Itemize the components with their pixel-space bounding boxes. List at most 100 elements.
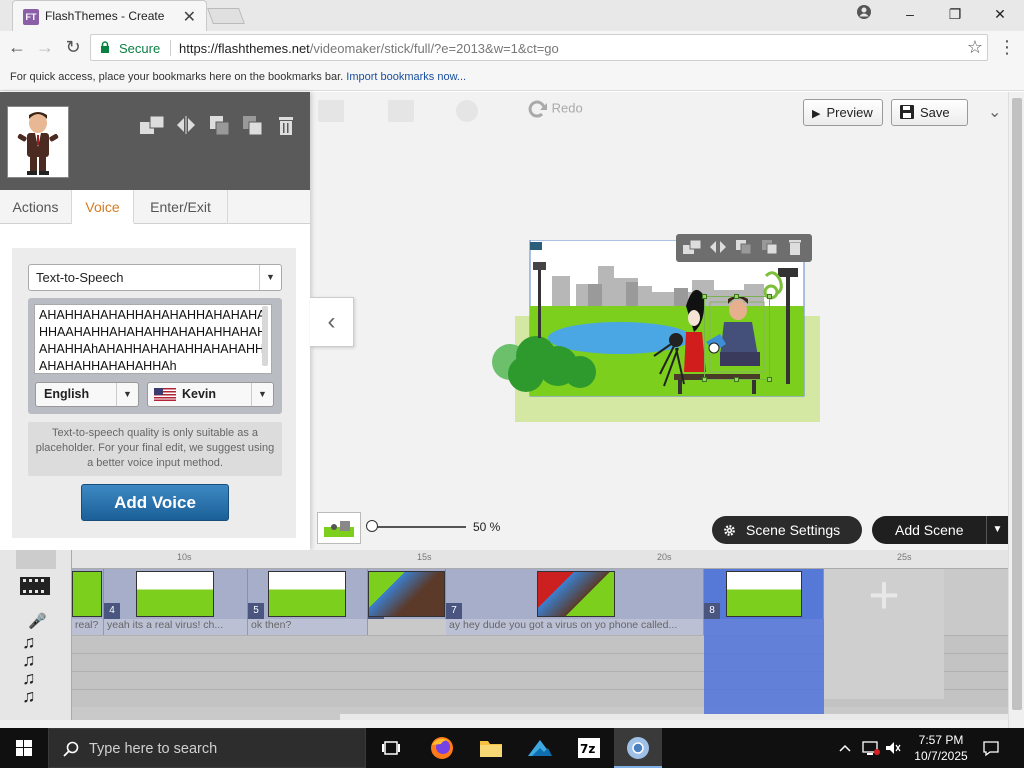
chevron-down-icon[interactable]: ⌄: [988, 102, 1001, 122]
tab-voice[interactable]: Voice: [72, 190, 134, 224]
flip-icon[interactable]: [175, 114, 197, 136]
bring-forward-icon[interactable]: [241, 114, 263, 136]
bring-forward-icon[interactable]: [760, 238, 780, 256]
system-clock[interactable]: 7:57 PM 10/7/2025: [905, 732, 977, 764]
browser-menu-icon[interactable]: ⋮: [998, 37, 1016, 58]
voice-source-select[interactable]: Text-to-Speech ▼: [28, 264, 282, 291]
bookmark-star-icon[interactable]: ☆: [967, 37, 983, 58]
voice-clip[interactable]: ay hey dude you got a virus on yo phone …: [446, 619, 704, 635]
timeline: 🎤 ♫ ♫ ♫ ♫ 10s 15s 20s 25s 4 5 7 8 real? …: [0, 550, 1008, 720]
selection-box[interactable]: [704, 296, 770, 380]
7zip-icon[interactable]: 7z: [565, 728, 613, 768]
chevron-up-icon[interactable]: [838, 742, 852, 754]
resize-handle[interactable]: [734, 294, 739, 299]
character-figure-icon: [17, 112, 59, 175]
timeline-scene[interactable]: 5: [248, 569, 368, 619]
profile-icon[interactable]: [850, 4, 878, 24]
tab-close-icon[interactable]: ✕: [183, 7, 196, 27]
voice-select[interactable]: Kevin ▼: [147, 382, 274, 407]
scene-thumbnail-small[interactable]: [317, 512, 361, 544]
maximize-button[interactable]: ❐: [941, 4, 969, 24]
reload-icon[interactable]: ↻: [62, 37, 84, 59]
tts-box: AHAHHAHAHAHHAHAHAHHAHAHAHAHHAAHAHHAHAHAH…: [28, 298, 282, 414]
preview-button[interactable]: ▶ Preview: [803, 99, 883, 126]
address-bar: ← → ↻ Secure https://flashthemes.net/vid…: [0, 31, 1024, 63]
volume-icon[interactable]: [884, 740, 902, 756]
add-voice-button[interactable]: Add Voice: [81, 484, 229, 521]
tts-scrollbar[interactable]: [262, 306, 268, 366]
tab-title: FlashThemes - Create: [45, 9, 165, 23]
flip-icon[interactable]: [708, 238, 728, 256]
save-button[interactable]: Save: [891, 99, 968, 126]
clock-time: 7:57 PM: [918, 733, 964, 747]
tab-actions[interactable]: Actions: [0, 190, 72, 224]
browser-tab[interactable]: FT FlashThemes - Create ✕: [12, 0, 207, 31]
app-icon[interactable]: [516, 728, 564, 768]
tab-enter-exit[interactable]: Enter/Exit: [134, 190, 228, 224]
timeline-scene[interactable]: 7: [446, 569, 704, 619]
resize-handle[interactable]: [767, 294, 772, 299]
bookmarks-hint: For quick access, place your bookmarks h…: [10, 71, 344, 83]
voice-clip[interactable]: real?: [72, 619, 104, 635]
back-icon[interactable]: ←: [6, 37, 28, 59]
start-button[interactable]: [0, 728, 48, 768]
tts-text-input[interactable]: AHAHHAHAHAHHAHAHAHHAHAHAHAHHAAHAHHAHAHAH…: [34, 304, 272, 374]
chrome-icon[interactable]: [614, 728, 662, 768]
scene-settings-button[interactable]: Scene Settings: [712, 516, 862, 544]
minimize-button[interactable]: –: [896, 4, 924, 24]
ruler-label: 20s: [657, 552, 672, 562]
window-close-button[interactable]: ✕: [986, 4, 1014, 24]
network-icon[interactable]: [862, 740, 880, 756]
taskbar-search-input[interactable]: Type here to search: [48, 728, 366, 768]
resize-handle[interactable]: [767, 377, 772, 382]
trash-icon[interactable]: [786, 238, 804, 256]
scene-thumbnail: [72, 571, 102, 617]
panel-tabs: Actions Voice Enter/Exit: [0, 190, 310, 224]
timeline-scene[interactable]: [72, 569, 104, 619]
preview-label: Preview: [826, 105, 873, 120]
resize-handle[interactable]: [702, 377, 707, 382]
scene-canvas[interactable]: [488, 239, 820, 422]
task-view-icon[interactable]: [368, 728, 416, 768]
copy-icon[interactable]: [318, 100, 344, 122]
page-vertical-scrollbar[interactable]: [1008, 92, 1024, 728]
swap-icon[interactable]: [138, 114, 168, 136]
notification-icon[interactable]: [982, 739, 1000, 757]
send-backward-icon[interactable]: [734, 238, 754, 256]
file-explorer-icon[interactable]: [467, 728, 515, 768]
scrollbar-thumb[interactable]: [1012, 98, 1022, 710]
timeline-scene[interactable]: 6: [368, 569, 446, 619]
voice-source-value: Text-to-Speech: [36, 270, 124, 285]
voice-clip[interactable]: yeah its a real virus! ch...: [104, 619, 248, 635]
resize-handle[interactable]: [734, 377, 739, 382]
undo-icon[interactable]: [456, 100, 478, 122]
import-bookmarks-link[interactable]: Import bookmarks now...: [346, 71, 466, 83]
language-value: English: [44, 387, 90, 401]
forward-icon[interactable]: →: [34, 37, 56, 59]
trash-icon[interactable]: [275, 114, 297, 136]
zoom-slider-track[interactable]: [368, 526, 466, 528]
scene-mini-icon: [320, 517, 358, 539]
new-tab-button[interactable]: [207, 8, 245, 24]
add-scene-dropdown-icon[interactable]: ▼: [986, 516, 1008, 544]
timeline-scene[interactable]: 4: [104, 569, 248, 619]
lock-icon: [101, 41, 109, 53]
camera-icon[interactable]: [530, 242, 542, 250]
redo-icon: [528, 100, 547, 118]
timeline-scene-selected[interactable]: 8: [704, 569, 824, 619]
voice-clip[interactable]: ok then?: [248, 619, 368, 635]
timeline-horizontal-scrollbar[interactable]: [340, 714, 1008, 720]
resize-handle[interactable]: [702, 294, 707, 299]
send-backward-icon[interactable]: [208, 114, 230, 136]
language-select[interactable]: English ▼: [35, 382, 139, 407]
swap-icon[interactable]: [682, 238, 702, 256]
character-thumbnail[interactable]: [7, 106, 69, 178]
timeline-scroll-handle[interactable]: [16, 550, 56, 569]
firefox-icon[interactable]: [418, 728, 466, 768]
add-scene-slot[interactable]: +: [824, 568, 944, 699]
collapse-panel-button[interactable]: ‹: [310, 297, 354, 347]
paste-icon[interactable]: [388, 100, 414, 122]
redo-button[interactable]: Redo: [528, 100, 583, 118]
zoom-slider-knob[interactable]: [366, 520, 378, 532]
url-field[interactable]: Secure https://flashthemes.net/videomake…: [90, 34, 988, 61]
